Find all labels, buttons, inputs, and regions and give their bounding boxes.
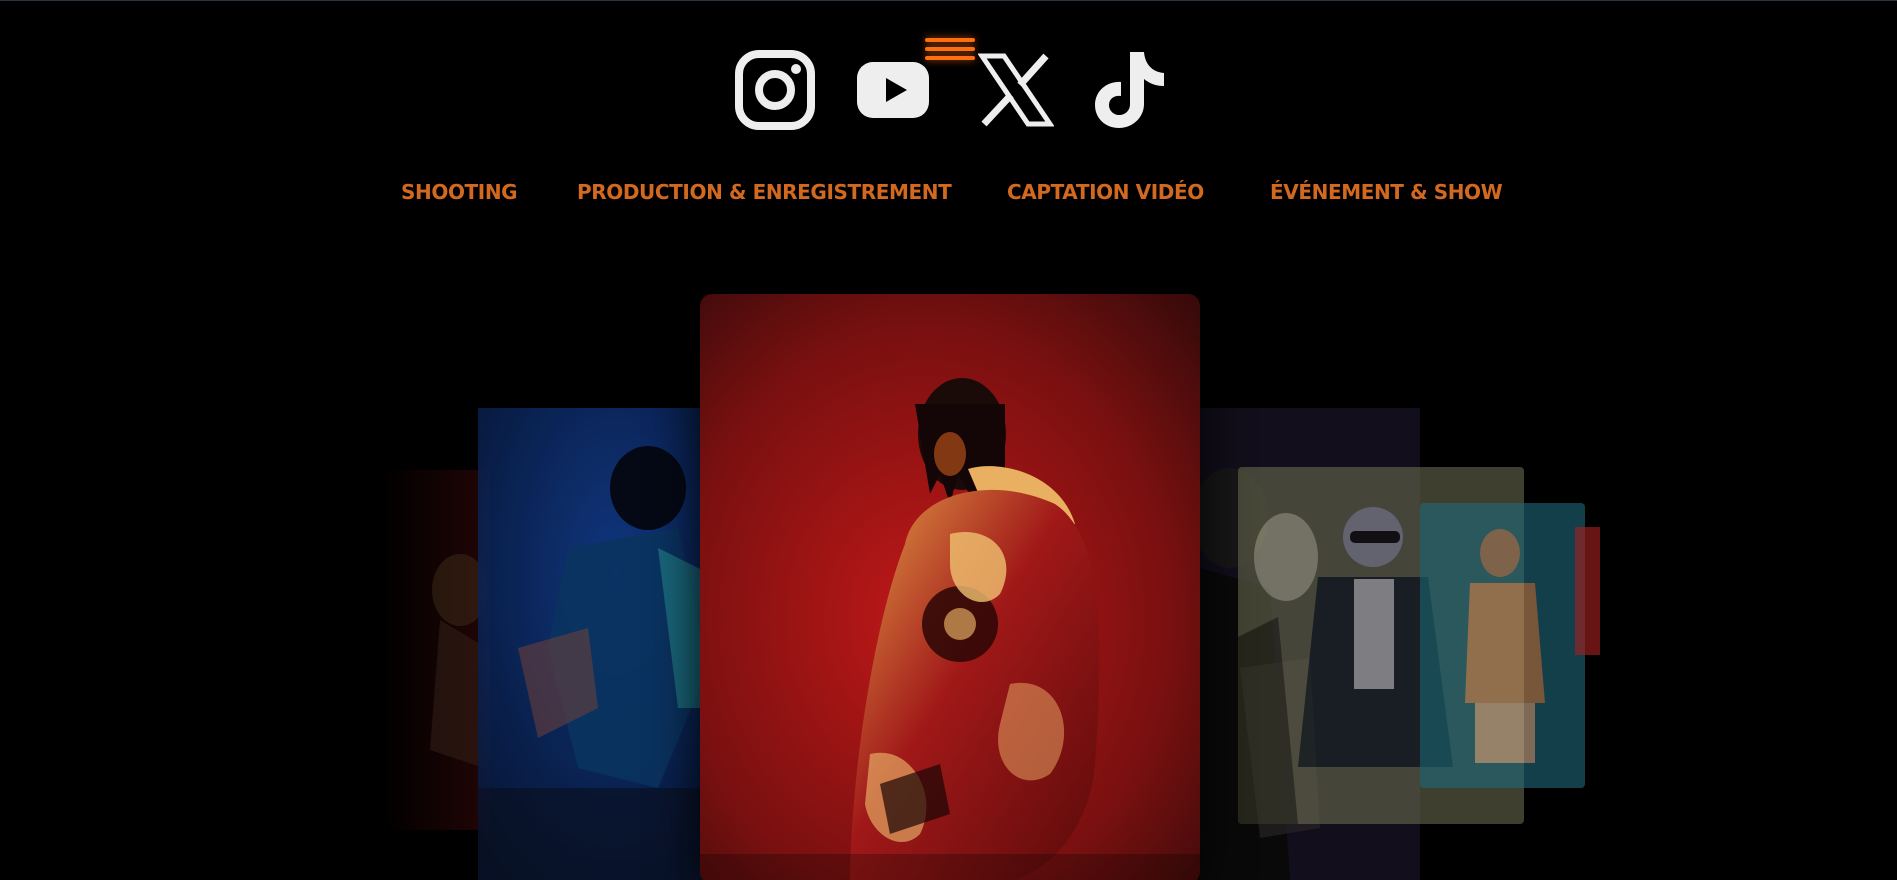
- photo-red-far-right[interactable]: [1575, 527, 1600, 655]
- nav-evenement-show[interactable]: ÉVÉNEMENT & SHOW: [1270, 180, 1503, 204]
- photo-red-far-left[interactable]: [380, 470, 490, 830]
- tiktok-icon[interactable]: [1092, 48, 1168, 132]
- youtube-icon[interactable]: [853, 48, 933, 132]
- photo-blue-left[interactable]: [478, 408, 728, 880]
- photo-featured-red-jacket[interactable]: [700, 294, 1200, 880]
- nav-captation-video[interactable]: CAPTATION VIDÉO: [1007, 180, 1204, 204]
- nav-production-enregistrement[interactable]: PRODUCTION & ENREGISTREMENT: [577, 180, 952, 204]
- photo-teal-right-a[interactable]: [1420, 503, 1585, 788]
- x-icon[interactable]: [978, 48, 1054, 132]
- instagram-icon[interactable]: [733, 48, 817, 132]
- top-border-line: [0, 0, 1897, 1]
- main-navigation: SHOOTING PRODUCTION & ENREGISTREMENT CAP…: [0, 180, 1897, 210]
- nav-shooting[interactable]: SHOOTING: [401, 180, 518, 204]
